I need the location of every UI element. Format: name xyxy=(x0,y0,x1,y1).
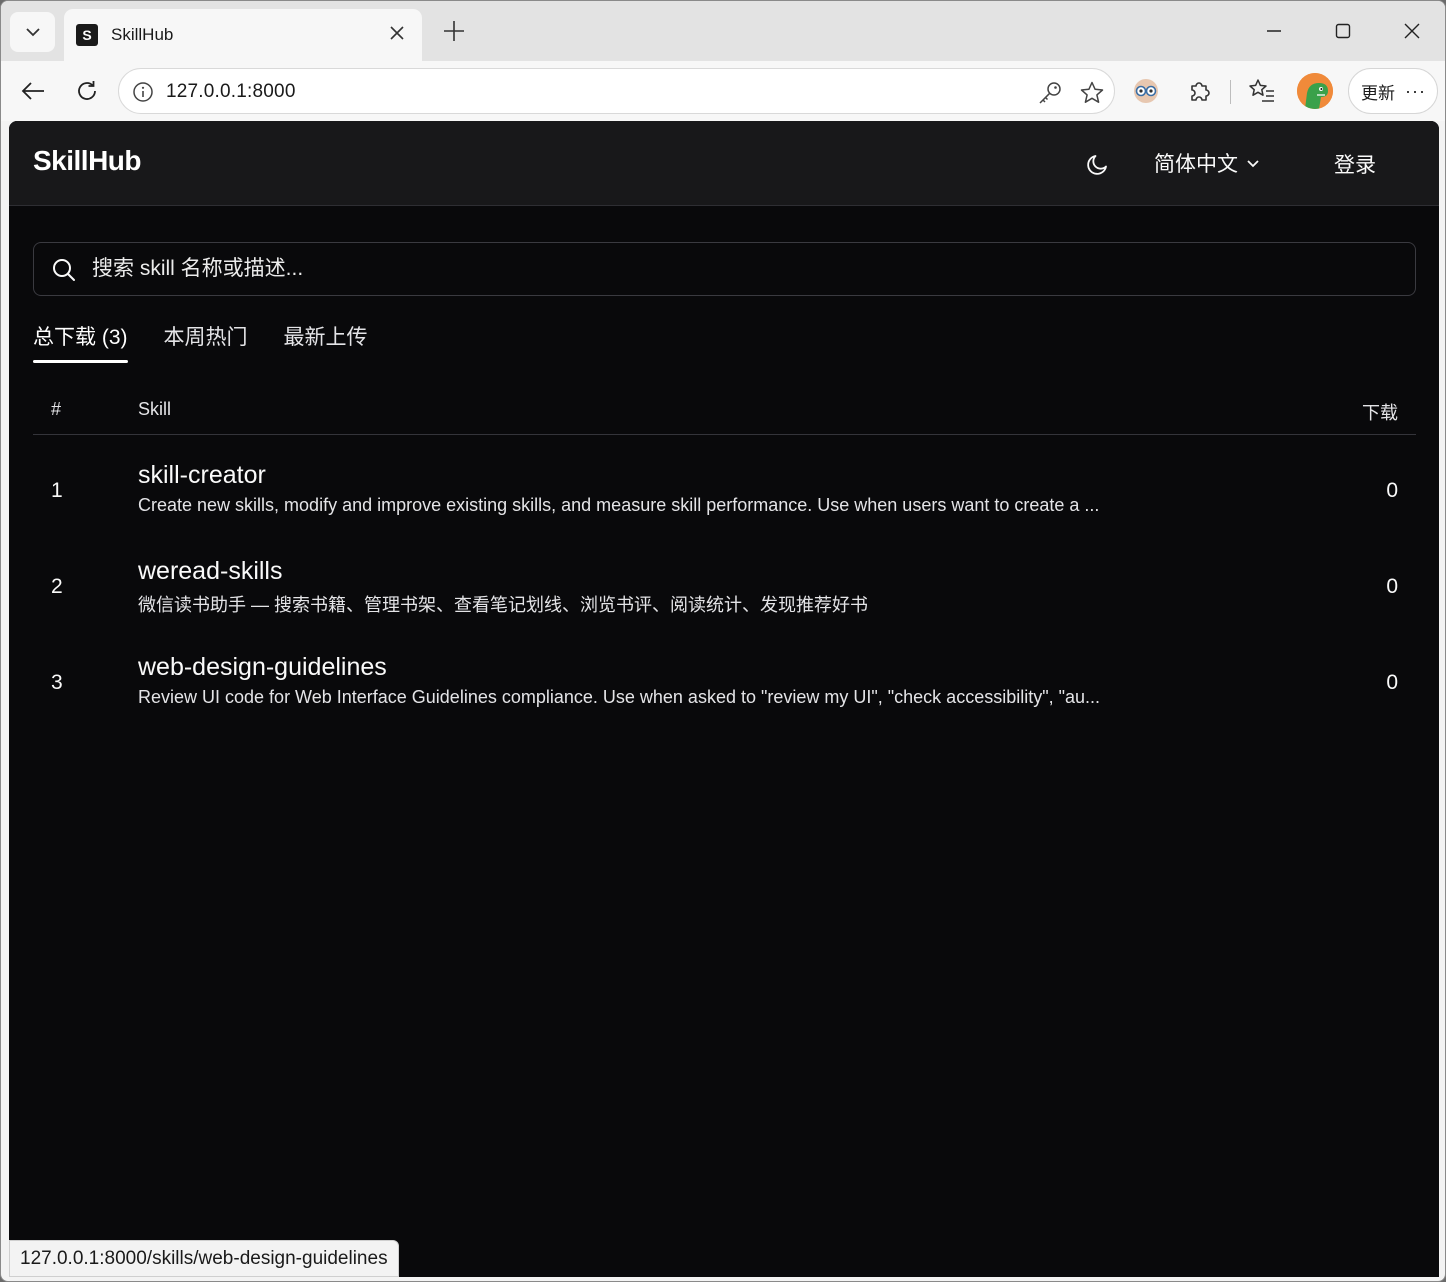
favorites-list-icon xyxy=(1249,79,1274,102)
new-tab-button[interactable] xyxy=(438,15,470,47)
minimize-button[interactable] xyxy=(1258,15,1290,47)
profile-avatar[interactable] xyxy=(1297,73,1333,109)
browser-update-button[interactable]: 更新 ··· xyxy=(1348,68,1438,114)
tab-actions-button[interactable] xyxy=(10,12,55,52)
language-label: 简体中文 xyxy=(1154,153,1238,176)
close-icon xyxy=(1404,23,1420,39)
search-input[interactable] xyxy=(92,243,1392,295)
minimize-icon xyxy=(1267,30,1281,32)
tab-latest-uploads[interactable]: 最新上传 xyxy=(284,321,368,363)
column-header-rank: # xyxy=(51,399,62,419)
dinosaur-avatar-icon xyxy=(1297,73,1333,109)
tab-title: SkillHub xyxy=(111,25,174,44)
arrow-left-icon xyxy=(21,82,44,100)
login-button[interactable]: 登录 xyxy=(1334,149,1376,179)
address-bar[interactable]: 127.0.0.1:8000 xyxy=(118,68,1115,114)
theme-toggle-button[interactable] xyxy=(1083,149,1113,179)
reload-button[interactable] xyxy=(69,73,105,109)
more-menu-icon: ··· xyxy=(1405,80,1426,101)
tab-close-button[interactable] xyxy=(386,22,408,44)
chevron-down-icon xyxy=(25,28,40,37)
table-header: # Skill 下载 xyxy=(33,387,1416,435)
download-count: 0 xyxy=(1386,575,1398,598)
toolbar-separator xyxy=(1230,80,1231,104)
key-icon[interactable] xyxy=(1036,79,1064,107)
tab-weekly-popular[interactable]: 本周热门 xyxy=(164,321,248,363)
download-count: 0 xyxy=(1386,671,1398,694)
tab-total-downloads[interactable]: 总下载 (3) xyxy=(33,321,128,363)
tab-strip: S SkillHub xyxy=(1,1,1445,61)
search-box[interactable] xyxy=(33,242,1416,296)
maximize-button[interactable] xyxy=(1327,15,1359,47)
plus-icon xyxy=(444,21,464,41)
skill-description: Create new skills, modify and improve ex… xyxy=(138,495,1100,515)
skill-name-link[interactable]: skill-creator xyxy=(138,461,266,490)
site-header: SkillHub 简体中文 登录 xyxy=(9,121,1439,206)
skills-table: # Skill 下载 1 skill-creator Create new sk… xyxy=(33,387,1416,723)
skill-description: Review UI code for Web Interface Guideli… xyxy=(138,687,1101,707)
row-rank: 1 xyxy=(51,479,63,502)
back-button[interactable] xyxy=(15,73,51,109)
skill-name-link[interactable]: web-design-guidelines xyxy=(138,653,387,682)
table-row[interactable]: 3 web-design-guidelines Review UI code f… xyxy=(33,627,1416,723)
row-rank: 2 xyxy=(51,575,63,598)
reload-icon xyxy=(78,81,96,100)
ranking-tabs: 总下载 (3) 本周热门 最新上传 xyxy=(33,321,404,363)
link-status-bubble: 127.0.0.1:8000/skills/web-design-guideli… xyxy=(9,1240,399,1277)
glasses-icon xyxy=(1134,79,1158,103)
address-url[interactable]: 127.0.0.1:8000 xyxy=(166,81,296,103)
puzzle-icon xyxy=(1191,82,1210,101)
favicon-icon: S xyxy=(76,24,98,46)
extension-glasses-button[interactable] xyxy=(1128,73,1164,109)
moon-icon xyxy=(1087,155,1107,175)
maximize-icon xyxy=(1335,23,1351,39)
skill-description: 微信读书助手 — 搜索书籍、管理书架、查看笔记划线、浏览书评、阅读统计、发现推荐… xyxy=(138,595,868,615)
site-info-icon[interactable] xyxy=(131,80,155,104)
update-label: 更新 xyxy=(1361,83,1395,103)
table-row[interactable]: 2 weread-skills 微信读书助手 — 搜索书籍、管理书架、查看笔记划… xyxy=(33,531,1416,627)
close-window-button[interactable] xyxy=(1396,15,1428,47)
favorites-button[interactable] xyxy=(1244,73,1280,109)
browser-tab-active[interactable]: S SkillHub xyxy=(64,9,422,61)
table-row[interactable]: 1 skill-creator Create new skills, modif… xyxy=(33,435,1416,531)
chevron-down-icon xyxy=(1247,160,1259,168)
column-header-downloads: 下载 xyxy=(1362,403,1398,423)
download-count: 0 xyxy=(1386,479,1398,502)
brand-logo[interactable]: SkillHub xyxy=(33,145,142,177)
search-icon xyxy=(53,259,75,281)
close-icon xyxy=(390,26,404,40)
column-header-skill: Skill xyxy=(138,399,172,419)
row-rank: 3 xyxy=(51,671,63,694)
browser-toolbar: 127.0.0.1:8000 更新 ··· xyxy=(1,61,1445,121)
browser-window: S SkillHub 127.0.0.1:8000 更新 ··· SkillHu… xyxy=(0,0,1446,1282)
language-select[interactable]: 简体中文 xyxy=(1154,148,1260,178)
page-viewport: SkillHub 简体中文 登录 总下载 (3) 本周热门 最新上传 # Ski… xyxy=(9,121,1439,1277)
skill-name-link[interactable]: weread-skills xyxy=(138,557,282,586)
extensions-button[interactable] xyxy=(1182,73,1218,109)
favorite-star-icon[interactable] xyxy=(1078,79,1106,107)
